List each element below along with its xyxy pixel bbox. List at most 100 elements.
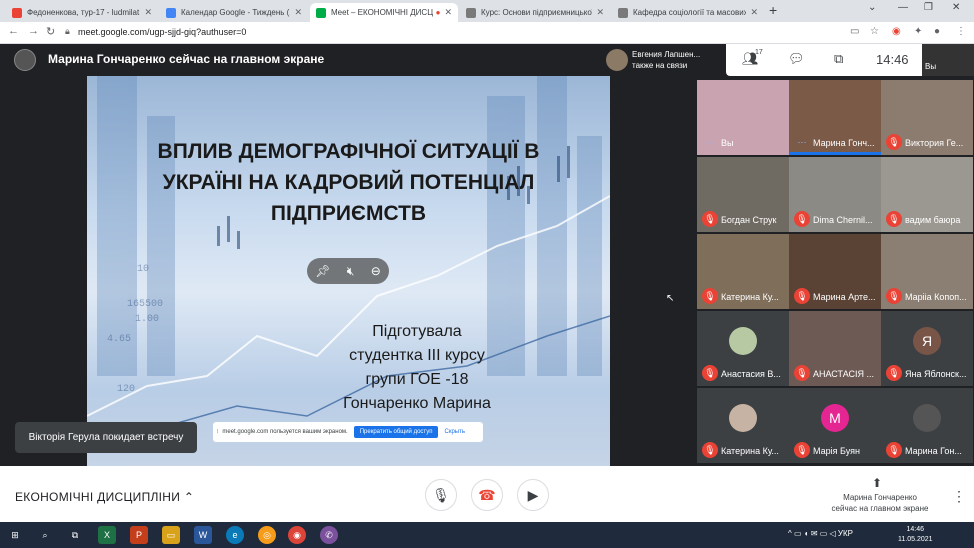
- svg-text:10: 10: [137, 264, 149, 275]
- bookmark-star-icon[interactable]: ☆: [870, 26, 879, 37]
- close-tab-icon[interactable]: ✕: [294, 7, 302, 18]
- language-indicator[interactable]: УКР: [838, 529, 853, 538]
- mic-muted-icon: 🎙︎: [886, 365, 902, 381]
- slide-subtitle-line: студентка ІІІ курсу: [349, 347, 485, 364]
- close-window-button[interactable]: ✕: [952, 2, 960, 13]
- close-tab-icon[interactable]: ✕: [144, 7, 152, 18]
- participant-tile[interactable]: 🎙︎ Анастасия В...: [697, 311, 789, 386]
- new-tab-button[interactable]: +: [769, 2, 777, 18]
- mic-muted-icon: 🎙︎: [702, 288, 718, 304]
- close-tab-icon[interactable]: ✕: [444, 7, 452, 18]
- meeting-clock: 14:46: [876, 52, 909, 67]
- browser-tab-active[interactable]: Meet – ЕКОНОМІЧНІ ДИСЦ ● ✕: [310, 3, 458, 22]
- browser-tab[interactable]: Кафедра соціології та масових ✕: [612, 3, 764, 22]
- profile-menu-icon[interactable]: ⌄: [868, 2, 876, 13]
- browser-tab[interactable]: Календар Google - Тиждень (10 ✕: [160, 3, 308, 22]
- edge-icon[interactable]: e: [226, 526, 244, 544]
- search-icon[interactable]: ⌕: [36, 526, 54, 544]
- participant-name: Катерина Ку...: [721, 292, 779, 302]
- mic-muted-icon: 🎙︎: [702, 442, 718, 458]
- viber-icon[interactable]: ✆: [320, 526, 338, 544]
- minimize-button[interactable]: —: [898, 2, 908, 13]
- slide-subtitle-line: групи ГОЕ -18: [365, 371, 469, 388]
- app-icon[interactable]: ◎: [258, 526, 276, 544]
- mute-remote-icon[interactable]: 🔇︎: [347, 264, 355, 279]
- participant-name: Катерина Ку...: [721, 446, 779, 456]
- avatar: [729, 404, 757, 432]
- meet-top-strip: Марина Гончаренко сейчас на главном экра…: [0, 44, 974, 76]
- leave-call-button[interactable]: ☎︎: [471, 479, 503, 511]
- participant-tile[interactable]: 🎙︎ Катерина Ку...: [697, 388, 789, 463]
- maximize-button[interactable]: ❐: [924, 2, 933, 13]
- participant-name: Марина Гонч...: [813, 138, 875, 148]
- svg-text:165500: 165500: [127, 299, 163, 310]
- present-status[interactable]: Марина Гончаренко сейчас на главном экра…: [820, 492, 940, 514]
- task-view-icon[interactable]: ⧉: [66, 526, 84, 544]
- forward-icon[interactable]: →: [28, 25, 39, 37]
- remove-icon[interactable]: ⊖: [371, 264, 381, 278]
- hang-up-icon: ☎︎: [478, 486, 496, 503]
- powerpoint-icon[interactable]: P: [130, 526, 148, 544]
- close-tab-icon[interactable]: ✕: [596, 7, 604, 18]
- taskbar-clock[interactable]: 14:46 11.05.2021: [898, 525, 933, 545]
- address-bar: ← → ↻ 🔒︎ meet.google.com/ugp-sjjd-giq?au…: [0, 22, 974, 44]
- url-input[interactable]: meet.google.com/ugp-sjjd-giq?authuser=0: [78, 27, 246, 37]
- recording-dot-icon: ●: [435, 8, 441, 17]
- mic-muted-icon: 🎙︎: [794, 288, 810, 304]
- self-view-thumbnail[interactable]: Вы: [922, 44, 974, 76]
- windows-start-icon[interactable]: ⊞: [6, 526, 24, 544]
- word-icon[interactable]: W: [194, 526, 212, 544]
- browser-tab[interactable]: Федоненкова, тур-17 - ludmilat ✕: [6, 3, 158, 22]
- participant-tile[interactable]: 🎙︎ Марина Арте...: [789, 234, 881, 309]
- participant-name: Марина Гон...: [905, 446, 962, 456]
- back-icon[interactable]: ←: [8, 25, 19, 37]
- participant-tile[interactable]: Я 🎙︎ Яна Яблонск...: [881, 311, 973, 386]
- meeting-title[interactable]: ЕКОНОМІЧНІ ДИСЦИПЛІНИ ⌃: [15, 490, 194, 504]
- tab-title: Календар Google - Тиждень (10: [181, 8, 291, 17]
- participant-tile[interactable]: 🎙︎ Dima Chernil...: [789, 157, 881, 232]
- browser-tab-bar: Федоненкова, тур-17 - ludmilat ✕ Календа…: [0, 0, 974, 22]
- slide-subtitle-line: Гончаренко Марина: [343, 395, 491, 412]
- participant-tile[interactable]: M 🎙︎ Марія Буян: [789, 388, 881, 463]
- mic-muted-icon: 🎙︎: [886, 288, 902, 304]
- profile-avatar-icon[interactable]: ●: [934, 26, 940, 37]
- reload-icon[interactable]: ↻: [46, 25, 55, 38]
- participant-tile[interactable]: 🎙︎ Виктория Ге...: [881, 80, 973, 155]
- participant-tile[interactable]: 🎙︎ вадим баюра: [881, 157, 973, 232]
- present-status-line: Марина Гончаренко: [843, 493, 917, 502]
- participant-tile[interactable]: 🎙︎ Катерина Ку...: [697, 234, 789, 309]
- activities-icon[interactable]: ⧉: [834, 51, 843, 67]
- camera-button[interactable]: ▶: [517, 479, 549, 511]
- chrome-icon[interactable]: ◉: [288, 526, 306, 544]
- file-explorer-icon[interactable]: ▭: [162, 526, 180, 544]
- more-options-icon[interactable]: ⋮: [952, 488, 966, 505]
- drag-handle-icon[interactable]: ⦙: [217, 429, 218, 436]
- camera-permission-icon[interactable]: ▭: [850, 26, 859, 37]
- chat-icon[interactable]: 💬︎: [788, 51, 805, 67]
- stop-sharing-button[interactable]: Прекратить общий доступ: [353, 426, 439, 438]
- close-tab-icon[interactable]: ✕: [750, 7, 758, 18]
- browser-tab[interactable]: Курс: Основи підприємницької ✕: [460, 3, 610, 22]
- browser-menu-icon[interactable]: ⋮: [956, 26, 966, 37]
- gmail-icon: [12, 7, 22, 18]
- avatar: Я: [913, 327, 941, 355]
- excel-icon[interactable]: X: [98, 526, 116, 544]
- opera-extension-icon[interactable]: ◉: [892, 26, 901, 37]
- participant-tile[interactable]: ⋯ Вы: [697, 80, 789, 155]
- participant-tile[interactable]: ⋯ Марина Гонч...: [789, 80, 881, 155]
- participant-tile[interactable]: 🎙︎ Богдан Струк: [697, 157, 789, 232]
- pin-icon[interactable]: 📌︎: [315, 264, 330, 278]
- extensions-icon[interactable]: ✦: [914, 26, 922, 37]
- participant-tile[interactable]: 🎙︎ Маріia Копоп...: [881, 234, 973, 309]
- slide-subtitle: Підготувала студентка ІІІ курсу групи ГО…: [297, 320, 537, 416]
- system-tray[interactable]: ^ ▭ ◖ ✉ ▭ ◁ УКР: [788, 529, 853, 538]
- microphone-button[interactable]: 🎙︎: [425, 479, 457, 511]
- participant-tile[interactable]: 🎙︎ АНАСТАСІЯ ...: [789, 311, 881, 386]
- other-presenter-name: Евгения Лапшен...: [632, 50, 701, 59]
- participant-tile[interactable]: 🎙︎ Марина Гон...: [881, 388, 973, 463]
- microphone-icon: 🎙︎: [432, 486, 450, 503]
- present-screen-icon[interactable]: ⬆︎: [872, 476, 882, 490]
- calendar-icon: [166, 7, 176, 18]
- participant-name: Анастасия В...: [721, 369, 781, 379]
- hide-banner-button[interactable]: Скрыть: [444, 429, 464, 435]
